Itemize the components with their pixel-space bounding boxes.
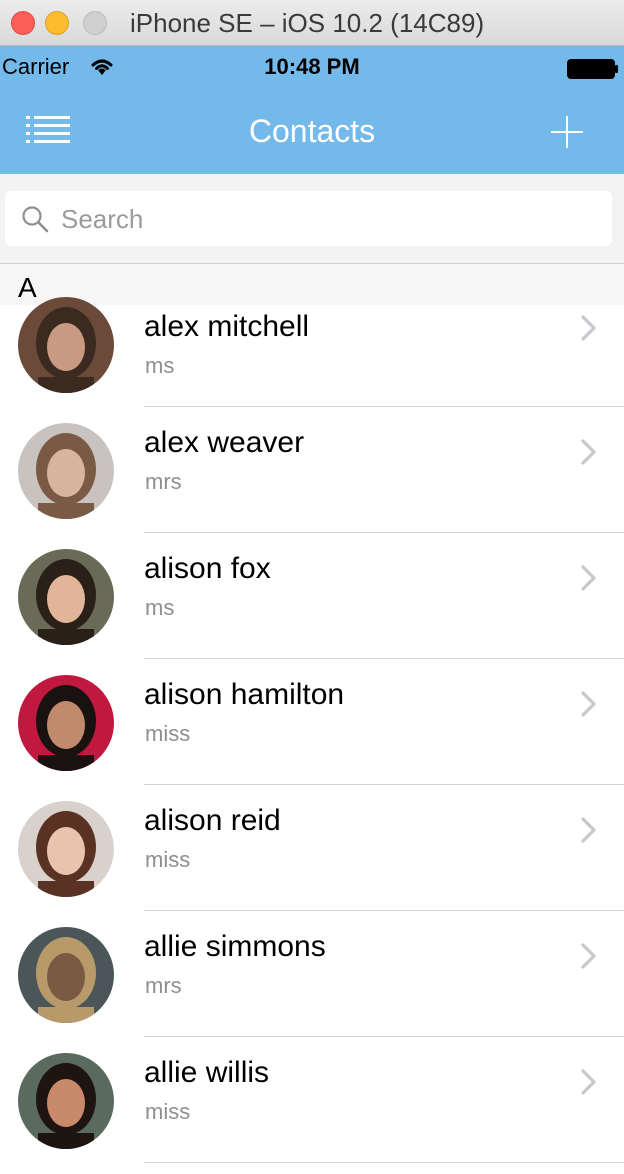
chevron-right-icon <box>581 439 596 465</box>
contact-row[interactable]: allie simmons mrs <box>0 911 624 1037</box>
window-minimize-button[interactable] <box>45 11 69 35</box>
avatar <box>18 801 114 897</box>
contact-title: ms <box>145 595 175 620</box>
contact-row[interactable]: alison reid miss <box>0 785 624 911</box>
page-title: Contacts <box>248 113 376 149</box>
contact-row[interactable]: alison hamilton miss <box>0 659 624 785</box>
simulator-title-bar: iPhone SE – iOS 10.2 (14C89) <box>0 0 624 46</box>
avatar <box>18 675 114 771</box>
section-index-letter: A <box>18 272 37 303</box>
chevron-right-icon <box>581 1069 596 1095</box>
row-separator <box>144 1162 624 1163</box>
status-bar: Carrier 10:48 PM <box>0 46 624 86</box>
avatar <box>18 1053 114 1149</box>
battery-icon <box>567 59 618 79</box>
contact-name: alison hamilton <box>144 678 345 711</box>
contact-row[interactable]: alison fox ms <box>0 533 624 659</box>
contact-list: alex mitchell ms alex weaver mrs alison fox m… <box>0 297 624 1163</box>
search-input[interactable] <box>61 199 591 239</box>
search-icon <box>22 206 49 233</box>
window-title: iPhone SE – iOS 10.2 (14C89) <box>130 8 485 38</box>
contact-name: alison fox <box>144 552 271 585</box>
contact-name: allie willis <box>144 1056 270 1089</box>
contact-name: alex mitchell <box>144 310 310 343</box>
avatar <box>18 549 114 645</box>
contact-row[interactable]: alex weaver mrs <box>0 407 624 533</box>
contact-row[interactable]: alex mitchell ms <box>0 297 624 407</box>
window-zoom-button[interactable] <box>83 11 107 35</box>
contact-name: alex weaver <box>144 426 305 459</box>
contact-title: miss <box>145 721 191 746</box>
avatar <box>18 927 114 1023</box>
contact-title: miss <box>145 1099 191 1124</box>
chevron-right-icon <box>581 817 596 843</box>
chevron-right-icon <box>581 691 596 717</box>
chevron-right-icon <box>581 565 596 591</box>
contact-name: alison reid <box>144 804 281 837</box>
plus-icon[interactable] <box>549 114 585 150</box>
contact-title: ms <box>145 353 175 378</box>
chevron-right-icon <box>581 943 596 969</box>
contact-title: mrs <box>145 973 182 998</box>
avatar <box>18 297 114 393</box>
contact-name: allie simmons <box>144 930 326 963</box>
contact-title: mrs <box>145 469 182 494</box>
avatar <box>18 423 114 519</box>
window-close-button[interactable] <box>11 11 35 35</box>
contact-title: miss <box>145 847 191 872</box>
section-header: A <box>0 263 624 305</box>
navigation-bar: Contacts <box>0 86 624 174</box>
status-time: 10:48 PM <box>264 54 360 79</box>
chevron-right-icon <box>581 315 596 341</box>
search-box[interactable] <box>5 191 612 246</box>
contact-row[interactable]: allie willis miss <box>0 1037 624 1163</box>
search-bar-container <box>0 174 624 263</box>
